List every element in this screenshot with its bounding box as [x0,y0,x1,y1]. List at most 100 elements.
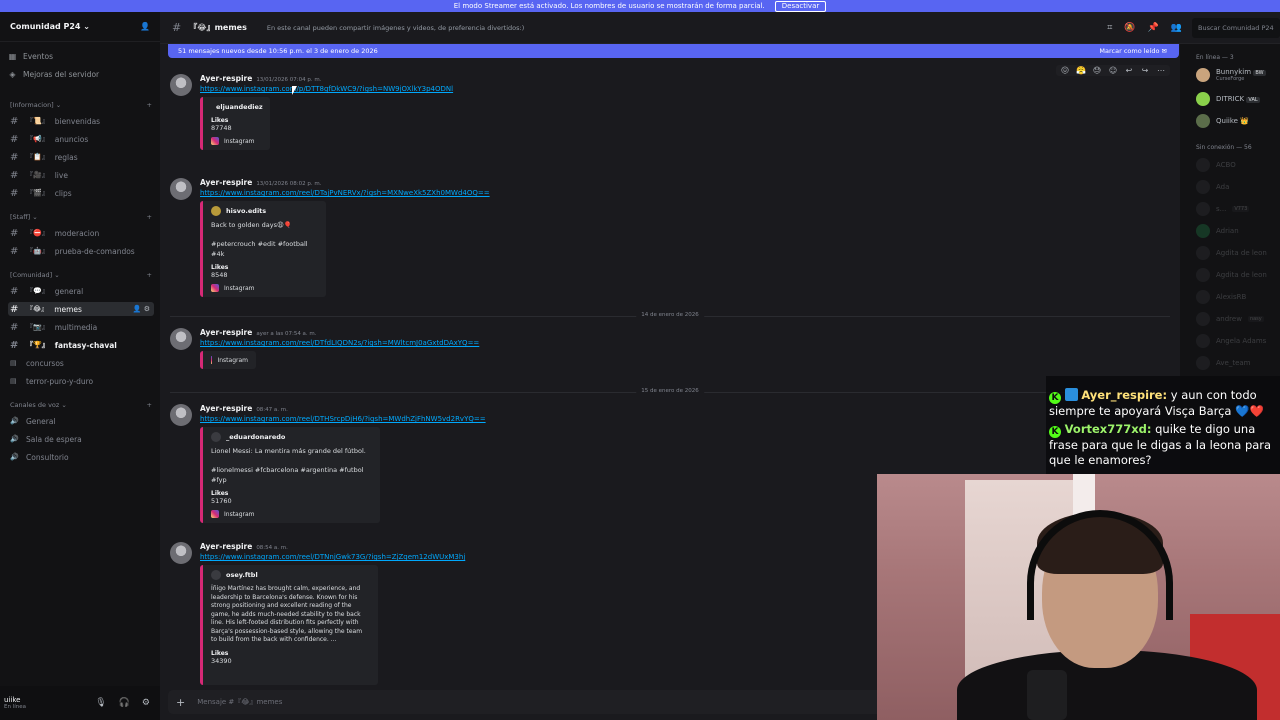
message-author[interactable]: Ayer-respire [200,74,252,83]
message-author[interactable]: Ayer-respire [200,542,252,551]
microphone-icon[interactable]: 🎙 [95,698,106,708]
channel-prueba-de-comandos[interactable]: # 『🤖』 prueba-de-comandos [8,244,154,258]
member-item[interactable]: Bunnykim BW CurseForge [1196,68,1266,82]
add-channel-icon[interactable]: + [147,401,152,409]
search-input[interactable]: Buscar Comunidad P24 [1192,17,1280,38]
message-author[interactable]: Ayer-respire [200,404,252,413]
channel-topic[interactable]: En este canal pueden compartir imágenes … [267,24,524,32]
add-channel-icon[interactable]: + [147,271,152,279]
mark-as-read-button[interactable]: Marcar como leído ✉ [1099,47,1167,55]
category-comunidad[interactable]: [Comunidad] ⌄ + [10,271,152,279]
gear-icon[interactable]: ⚙ [142,698,150,708]
sidebar-item-boosts[interactable]: ◈ Mejoras del servidor [8,70,99,79]
channel-bienvenidas[interactable]: # 『📜』 bienvenidas [8,114,154,128]
member-tag: nasy [1247,316,1264,322]
avatar[interactable] [170,404,192,426]
forward-icon[interactable]: ↪ [1139,66,1151,75]
member-item[interactable]: Angela Adams [1196,334,1266,348]
message-link[interactable]: https://www.instagram.com/reel/DTHSrcpDj… [200,415,486,423]
username[interactable]: uiike [4,696,26,704]
embed-author[interactable]: eljuandediez [216,103,263,111]
pin-icon[interactable]: 📌 [1148,23,1159,33]
category-staff[interactable]: [Staff] ⌄ + [10,213,152,221]
sidebar-item-events[interactable]: ▦ Eventos [8,52,53,61]
message-link[interactable]: https://www.instagram.com/reel/DTNnjGwk7… [200,553,465,561]
reaction-emoji-icon[interactable]: 😖 [1059,66,1071,75]
add-reaction-icon[interactable]: ☺ [1107,66,1119,75]
new-messages-bar[interactable]: 51 mensajes nuevos desde 10:56 p.m. el 3… [168,44,1179,58]
member-item[interactable]: Quiike 👑 [1196,114,1249,128]
channel-fantasy-chaval[interactable]: # 『🏆』 fantasy-chaval [8,338,154,352]
category-voz[interactable]: Canales de voz ⌄ + [10,401,152,409]
member-item[interactable]: andrew nasy [1196,312,1264,326]
avatar[interactable] [170,74,192,96]
member-item[interactable]: s... V773 [1196,202,1250,216]
channel-title: 『😂』memes [189,23,247,32]
channel-live[interactable]: # 『🎥』 live [8,168,154,182]
attach-plus-icon[interactable]: + [176,696,185,709]
category-informacion[interactable]: [Informacion] ⌄ + [10,101,152,109]
channel-concursos[interactable]: ▤ concursos [8,356,154,370]
message-author[interactable]: Ayer-respire [200,178,252,187]
channel-label: live [54,170,68,180]
user-panel: uiike En línea 🎙 🎧 ⚙ [0,686,160,720]
member-item[interactable]: Ave_team [1196,356,1251,370]
channel-clips[interactable]: # 『🎬』 clips [8,186,154,200]
avatar[interactable] [170,178,192,200]
server-header[interactable]: Comunidad P24 ⌄ 👤 [0,12,160,42]
embed-author-avatar [211,432,221,442]
reaction-emoji-icon[interactable]: 😤 [1075,66,1087,75]
deactivate-button[interactable]: Desactivar [774,0,827,12]
message-input[interactable]: Mensaje #『😂』memes [197,697,282,707]
channel-label: clips [54,188,72,198]
reaction-emoji-icon[interactable]: 😓 [1091,66,1103,75]
channel-sidebar: Comunidad P24 ⌄ 👤 ▦ Eventos ◈ Mejoras de… [0,12,160,720]
member-item[interactable]: Ada [1196,180,1229,194]
channel-reglas[interactable]: # 『📋』 reglas [8,150,154,164]
member-item[interactable]: AlexisRB [1196,290,1246,304]
avatar[interactable] [170,542,192,564]
headphones-icon[interactable]: 🎧 [119,698,130,708]
member-item[interactable]: DITRICK VAL [1196,92,1260,106]
member-item[interactable]: ACBO [1196,158,1236,172]
stream-chat-message: K Vortex777xd: quike te digo una frase p… [1049,422,1276,469]
threads-icon[interactable]: ⌗ [1107,23,1112,33]
channel-anuncios[interactable]: # 『📢』 anuncios [8,132,154,146]
invite-people-icon[interactable]: 👤 [140,22,150,31]
member-item[interactable]: Agdita de leon [1196,246,1267,260]
channel-general[interactable]: # 『💬』 general [8,284,154,298]
more-options-icon[interactable]: ⋯ [1155,66,1167,75]
voice-channel-general[interactable]: 🔊 General [8,414,154,428]
member-item[interactable]: Agdita de leon [1196,268,1267,282]
channel-memes[interactable]: # 『😂』 memes 👤 ⚙ [8,302,154,316]
message-author[interactable]: Ayer-respire [200,328,252,337]
channel-moderacion[interactable]: # 『⛔』 moderacion [8,226,154,240]
mute-bell-icon[interactable]: 🔕 [1124,23,1135,33]
message-link[interactable]: https://www.instagram.com/p/DTT8gfDkWC9/… [200,85,453,93]
message-link[interactable]: https://www.instagram.com/reel/DTajPvNER… [200,189,490,197]
channel-multimedia[interactable]: # 『📷』 multimedia [8,320,154,334]
add-channel-icon[interactable]: + [147,101,152,109]
instagram-embed: hisvo.edits Back to golden days😩🎈 #peter… [200,201,326,297]
avatar[interactable] [170,328,192,350]
invite-and-settings-icon[interactable]: 👤 ⚙ [133,305,150,313]
embed-author[interactable]: _eduardonaredo [226,433,285,441]
embed-author[interactable]: hisvo.edits [226,207,266,215]
kick-badge-icon: K [1049,392,1061,404]
member-list-icon[interactable]: 👥 [1171,23,1182,33]
avatar [1196,312,1210,326]
message-link[interactable]: https://www.instagram.com/reel/DTfdLIQDN… [200,339,479,347]
avatar [1196,202,1210,216]
member-name: Bunnykim [1216,68,1252,76]
member-name: Agdita de leon [1216,271,1267,279]
message-timestamp: 13/01/2026 08:02 p. m. [256,181,322,187]
embed-author[interactable]: osey.ftbl [226,571,258,579]
text-channel-icon: # [10,187,19,199]
voice-channel-consultorio[interactable]: 🔊 Consultorio [8,450,154,464]
channel-terror-puro-y-duro[interactable]: ▤ terror-puro-y-duro [8,374,154,388]
member-item[interactable]: Adrian [1196,224,1239,238]
voice-channel-sala-de-espera[interactable]: 🔊 Sala de espera [8,432,154,446]
reply-icon[interactable]: ↩ [1123,66,1135,75]
channel-emoji: 『💬』 [26,287,49,295]
add-channel-icon[interactable]: + [147,213,152,221]
